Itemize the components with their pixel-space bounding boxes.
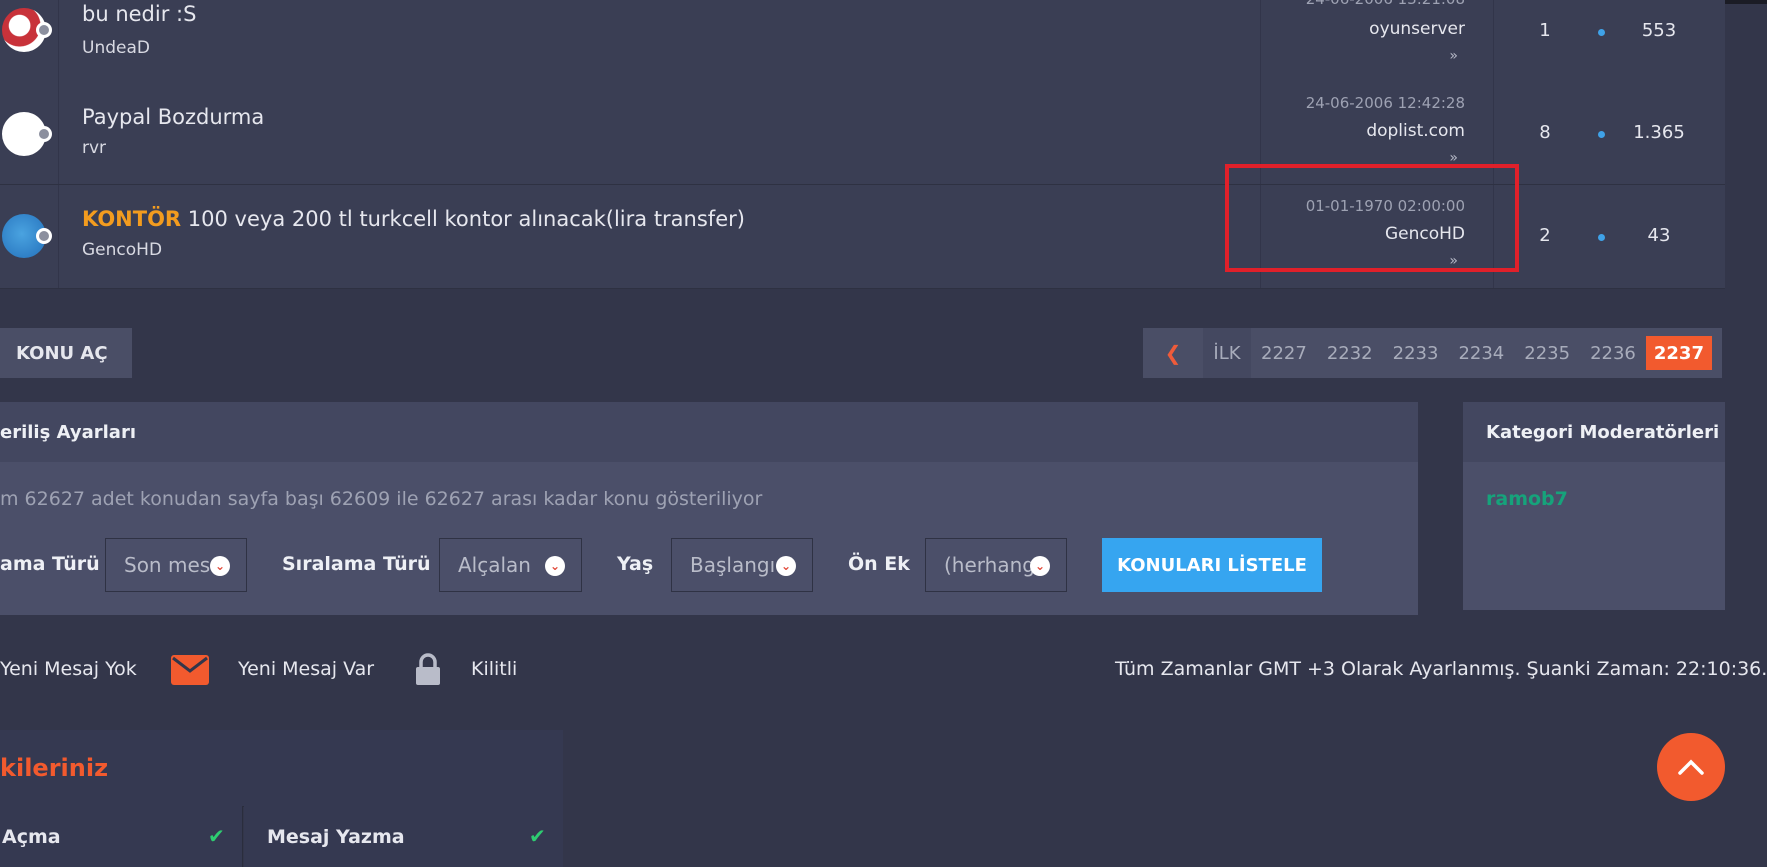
thread-author-link[interactable]: UndeaD xyxy=(82,38,150,58)
page-link[interactable]: 2235 xyxy=(1514,328,1580,378)
check-icon: ✔ xyxy=(208,824,225,848)
permission-item: Açma ✔ xyxy=(0,806,243,867)
page-first-link[interactable]: İLK xyxy=(1203,328,1251,378)
view-count: 1.365 xyxy=(1633,122,1685,143)
chevron-down-icon: ⌄ xyxy=(1030,556,1050,576)
reply-count: 8 xyxy=(1539,122,1551,143)
page-link[interactable]: 2232 xyxy=(1317,328,1383,378)
permissions-title: kileriniz xyxy=(0,754,109,782)
last-post-user[interactable]: oyunserver xyxy=(1369,19,1465,39)
view-count: 43 xyxy=(1647,225,1671,246)
envelope-icon xyxy=(171,655,209,685)
permissions-header: kileriniz xyxy=(0,730,563,807)
separator-dot-icon xyxy=(1598,131,1605,138)
page-link[interactable]: 2227 xyxy=(1251,328,1317,378)
moderator-link[interactable]: ramob7 xyxy=(1486,488,1568,510)
thread-title-link[interactable]: KONTÖR 100 veya 200 tl turkcell kontor a… xyxy=(82,207,745,231)
last-post-date: 24-06-2006 13:21:08 xyxy=(1306,0,1465,8)
timezone-info: Tüm Zamanlar GMT +3 Olarak Ayarlanmış. Ş… xyxy=(1115,658,1767,680)
chevron-up-icon xyxy=(1678,759,1704,775)
thread-title-link[interactable]: bu nedir :S xyxy=(82,2,196,26)
separator-dot-icon xyxy=(1598,234,1605,241)
page-link[interactable]: 2234 xyxy=(1448,328,1514,378)
user-avatar[interactable] xyxy=(2,112,52,156)
chevron-down-icon: ⌄ xyxy=(210,556,230,576)
thread-author-link[interactable]: rvr xyxy=(82,138,106,158)
reply-count: 2 xyxy=(1539,225,1551,246)
list-threads-button[interactable]: KONULARI LİSTELE xyxy=(1102,538,1322,592)
display-settings-info: m 62627 adet konudan sayfa başı 62609 il… xyxy=(0,488,763,510)
reply-count: 1 xyxy=(1539,20,1551,41)
filter-label-sort: Sıralama Türü xyxy=(282,553,431,575)
legend-new-label: Yeni Mesaj Var xyxy=(238,658,375,680)
filter-label-prefix: Ön Ek xyxy=(848,553,910,575)
page-link[interactable]: 2236 xyxy=(1580,328,1646,378)
lock-icon xyxy=(416,653,440,685)
thread-row: bu nedir :S UndeaD 24-06-2006 13:21:08 o… xyxy=(0,0,1725,91)
view-count: 553 xyxy=(1641,20,1677,41)
chevron-down-icon: ⌄ xyxy=(776,556,796,576)
chevron-left-icon[interactable]: ❮ xyxy=(1143,328,1203,378)
filter-label-age: Yaş xyxy=(617,553,654,575)
filter-label-order: ama Türü xyxy=(0,553,100,575)
thread-author-link[interactable]: GencoHD xyxy=(82,240,162,260)
scroll-to-top-button[interactable] xyxy=(1657,733,1725,801)
new-thread-button[interactable]: KONU AÇ xyxy=(0,328,132,378)
status-dot-icon xyxy=(36,22,52,38)
moderators-header: Kategori Moderatörleri xyxy=(1463,402,1725,462)
order-type-select[interactable]: Son mes ⌄ xyxy=(105,538,247,592)
user-avatar[interactable] xyxy=(2,8,52,52)
user-avatar[interactable] xyxy=(2,214,52,258)
display-settings-header: eriliş Ayarları xyxy=(0,402,1418,462)
legend-locked-label: Kilitli xyxy=(471,658,518,680)
highlight-annotation-box xyxy=(1225,164,1519,272)
display-settings-title: eriliş Ayarları xyxy=(0,421,136,443)
moderators-title: Kategori Moderatörleri xyxy=(1486,421,1720,443)
status-dot-icon xyxy=(36,228,52,244)
legend-no-new-label: Yeni Mesaj Yok xyxy=(0,658,137,680)
age-select[interactable]: Başlangı ⌄ xyxy=(671,538,813,592)
permission-item: Mesaj Yazma ✔ xyxy=(244,806,563,867)
separator-dot-icon xyxy=(1598,29,1605,36)
prefix-select[interactable]: (herhang ⌄ xyxy=(925,538,1067,592)
last-post-date: 24-06-2006 12:42:28 xyxy=(1305,94,1465,112)
status-dot-icon xyxy=(36,126,52,142)
page-current[interactable]: 2237 xyxy=(1645,336,1712,370)
jump-to-last-post-icon[interactable]: » xyxy=(1449,48,1458,64)
moderators-body xyxy=(1463,462,1725,610)
pagination: ❮ İLK 2227 2232 2233 2234 2235 2236 2237 xyxy=(1143,328,1722,378)
check-icon: ✔ xyxy=(529,824,546,848)
sort-type-select[interactable]: Alçalan ⌄ xyxy=(439,538,582,592)
thread-title-link[interactable]: Paypal Bozdurma xyxy=(82,105,264,129)
page-link[interactable]: 2233 xyxy=(1383,328,1449,378)
last-post-user[interactable]: doplist.com xyxy=(1366,121,1465,141)
chevron-down-icon: ⌄ xyxy=(545,556,565,576)
